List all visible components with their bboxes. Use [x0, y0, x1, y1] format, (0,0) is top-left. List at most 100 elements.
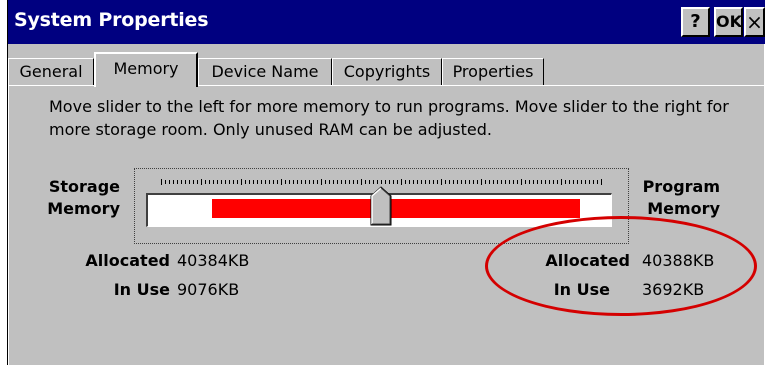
slider-tick	[453, 180, 454, 184]
slider-tick	[537, 180, 538, 184]
slider-tick	[377, 180, 378, 184]
slider-tick	[505, 180, 506, 184]
slider-tick	[477, 180, 478, 184]
slider-tick	[465, 180, 466, 184]
slider-tick	[253, 180, 254, 184]
slider-tick	[421, 180, 422, 184]
slider-tick	[225, 180, 226, 184]
slider-tick	[569, 180, 570, 184]
slider-tick	[365, 180, 366, 184]
slider-tick	[509, 180, 510, 184]
slider-tick	[593, 180, 594, 184]
slider-tick	[429, 180, 430, 184]
slider-tick	[285, 180, 286, 184]
slider-tick	[361, 179, 362, 185]
slider-tick	[373, 180, 374, 184]
tab-copyrights[interactable]: Copyrights	[332, 58, 442, 86]
slider-tick	[349, 180, 350, 184]
slider-tick	[293, 180, 294, 184]
slider-tick	[549, 180, 550, 184]
slider-tick	[521, 179, 522, 185]
slider-tick	[193, 180, 194, 184]
slider-tick	[197, 180, 198, 184]
slider-tick	[513, 180, 514, 184]
slider-tick	[313, 180, 314, 184]
slider-tick	[425, 180, 426, 184]
slider-tick	[249, 180, 250, 184]
slider-tick	[489, 180, 490, 184]
help-button[interactable]: ?	[681, 7, 710, 37]
slider-tick	[165, 180, 166, 184]
slider-tick	[413, 180, 414, 184]
slider-tick	[409, 180, 410, 184]
storage-in-use-label: In Use	[113, 280, 170, 299]
slider-tick	[229, 180, 230, 184]
slider-tick	[329, 180, 330, 184]
slider-tick	[457, 180, 458, 184]
memory-slider-thumb[interactable]	[370, 186, 392, 226]
slider-tick	[381, 180, 382, 184]
slider-tick	[589, 180, 590, 184]
slider-tick	[529, 180, 530, 184]
slider-tick	[461, 180, 462, 184]
slider-tick	[481, 179, 482, 185]
slider-tick	[325, 180, 326, 184]
storage-in-use-value: 9076KB	[177, 280, 240, 299]
slider-tick	[205, 180, 206, 184]
slider-tick	[389, 180, 390, 184]
slider-tick	[493, 180, 494, 184]
close-button[interactable]: ×	[744, 7, 765, 37]
slider-tick	[209, 180, 210, 184]
slider-tick	[269, 180, 270, 184]
storage-memory-label: Storage Memory	[40, 176, 120, 220]
slider-tick	[445, 180, 446, 184]
slider-tick	[277, 180, 278, 184]
slider-tick	[337, 180, 338, 184]
slider-tick	[201, 179, 202, 185]
slider-ticks	[161, 179, 603, 185]
tab-panel-edge-left	[8, 85, 9, 365]
slider-tick	[585, 180, 586, 184]
tab-memory[interactable]: Memory	[94, 52, 198, 87]
slider-tick	[221, 180, 222, 184]
tab-properties[interactable]: Properties	[442, 58, 544, 86]
slider-tick	[405, 180, 406, 184]
tab-device-name[interactable]: Device Name	[198, 58, 332, 86]
slider-tick	[169, 180, 170, 184]
slider-tick	[369, 180, 370, 184]
slider-tick	[573, 180, 574, 184]
title-bar[interactable]: System Properties ? OK ×	[8, 0, 765, 44]
slider-tick	[581, 180, 582, 184]
slider-tick	[433, 180, 434, 184]
slider-tick	[353, 180, 354, 184]
slider-tick	[305, 180, 306, 184]
slider-tick	[565, 180, 566, 184]
slider-tick	[469, 180, 470, 184]
slider-tick	[189, 180, 190, 184]
slider-tick	[393, 180, 394, 184]
slider-tick	[297, 180, 298, 184]
slider-tick	[385, 180, 386, 184]
slider-tick	[345, 180, 346, 184]
memory-slider-fill	[212, 199, 580, 218]
slider-tick	[181, 180, 182, 184]
slider-tick	[597, 180, 598, 184]
slider-tick	[213, 180, 214, 184]
slider-tick	[233, 180, 234, 184]
slider-tick	[309, 180, 310, 184]
highlight-annotation	[485, 216, 757, 316]
slider-tick	[177, 180, 178, 184]
ok-button[interactable]: OK	[714, 7, 743, 37]
slider-tick	[553, 180, 554, 184]
slider-tick	[545, 180, 546, 184]
slider-tick	[557, 180, 558, 184]
slider-tick	[317, 180, 318, 184]
slider-tick	[333, 180, 334, 184]
slider-tick	[525, 180, 526, 184]
slider-tick	[533, 180, 534, 184]
slider-tick	[541, 180, 542, 184]
slider-tick	[161, 179, 162, 185]
memory-description: Move slider to the left for more memory …	[49, 97, 729, 139]
slider-tick	[577, 180, 578, 184]
tab-general[interactable]: General	[8, 58, 94, 86]
